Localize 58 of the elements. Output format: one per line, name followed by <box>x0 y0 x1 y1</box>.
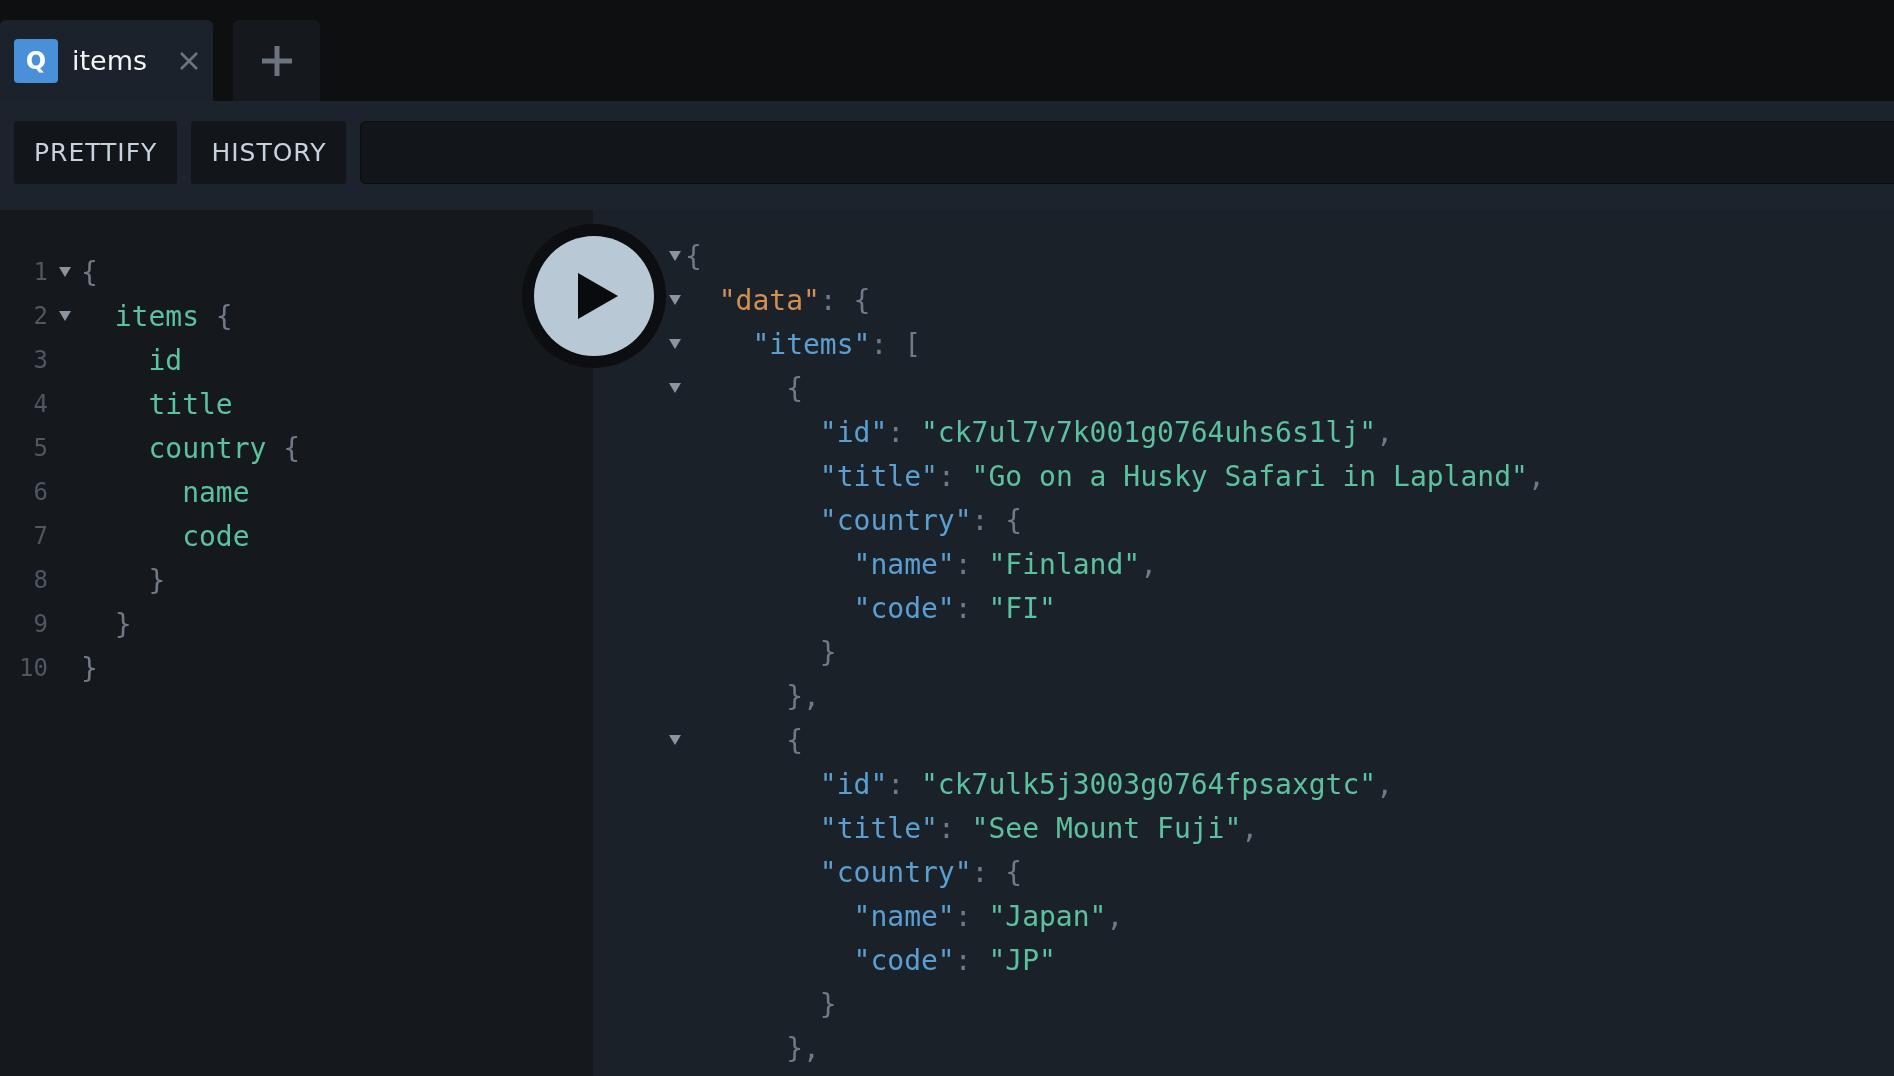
code-line: } <box>114 607 132 641</box>
fold-arrow-icon[interactable] <box>669 295 681 305</box>
line-number: 4 <box>32 390 48 418</box>
line-number: 8 <box>32 566 48 594</box>
line-number: 2 <box>32 302 48 330</box>
query-tab[interactable]: Q items <box>0 20 213 101</box>
line-number: 7 <box>32 522 48 550</box>
code-line: { <box>786 371 803 405</box>
query-badge: Q <box>14 38 58 83</box>
line-number: 3 <box>32 346 48 374</box>
plus-icon <box>259 43 294 78</box>
code-line: "id": "ck7ul7v7k001g0764uhs6s1lj", <box>819 415 1394 449</box>
code-line: country { <box>148 431 301 465</box>
run-button[interactable] <box>534 236 654 356</box>
code-line: "title": "See Mount Fuji", <box>819 811 1259 845</box>
code-line: "title": "Go on a Husky Safari in Lapland", <box>819 459 1545 493</box>
code-line: "items": [ <box>752 327 921 361</box>
code-line: } <box>819 635 837 669</box>
line-number: 1 <box>32 258 48 286</box>
tab-label: items <box>72 45 149 76</box>
fold-arrow-icon[interactable] <box>669 735 681 745</box>
code-line: code <box>182 519 250 553</box>
code-line: "id": "ck7ulk5j3003g0764fpsaxgtc", <box>819 767 1394 801</box>
code-line: items { <box>114 299 233 333</box>
line-number: 5 <box>32 434 48 462</box>
endpoint-field[interactable] <box>360 121 1894 184</box>
code-line: name <box>182 475 250 509</box>
code-line: } <box>148 563 166 597</box>
code-line: "code": "FI" <box>853 591 1056 625</box>
line-number: 9 <box>32 610 48 638</box>
close-icon[interactable] <box>179 50 199 71</box>
code-line: } <box>819 987 837 1021</box>
code-line: "country": { <box>819 855 1023 889</box>
code-line: id <box>148 343 183 377</box>
code-line: "country": { <box>819 503 1023 537</box>
code-line: } <box>81 651 98 685</box>
fold-arrow-icon[interactable] <box>669 339 681 349</box>
toolbar-button[interactable]: PRETTIFY <box>14 121 178 184</box>
fold-arrow-icon[interactable] <box>669 251 681 261</box>
code-line: title <box>148 387 233 421</box>
line-number: 10 <box>18 654 48 682</box>
new-tab-button[interactable] <box>233 20 320 101</box>
code-line: { <box>786 723 803 757</box>
line-number: 6 <box>32 478 48 506</box>
code-line: { <box>685 239 702 273</box>
query-editor[interactable]: 1 { 2 items { 3 id 4 title 5 country { 6 name 7 code 8 } 9 } 10 } <box>0 210 593 1076</box>
fold-arrow-icon[interactable] <box>58 311 71 321</box>
code-line: }, <box>786 679 820 713</box>
code-line: "name": "Japan", <box>853 899 1124 933</box>
code-line: "code": "JP" <box>853 943 1056 977</box>
code-line: "data": { <box>718 283 871 317</box>
fold-arrow-icon[interactable] <box>669 383 681 393</box>
toolbar-button[interactable]: HISTORY <box>191 121 347 184</box>
code-line: "name": "Finland", <box>853 547 1157 581</box>
fold-arrow-icon[interactable] <box>58 267 71 277</box>
code-line: }, <box>786 1031 820 1065</box>
play-icon <box>578 273 618 319</box>
code-line: { <box>81 255 98 289</box>
